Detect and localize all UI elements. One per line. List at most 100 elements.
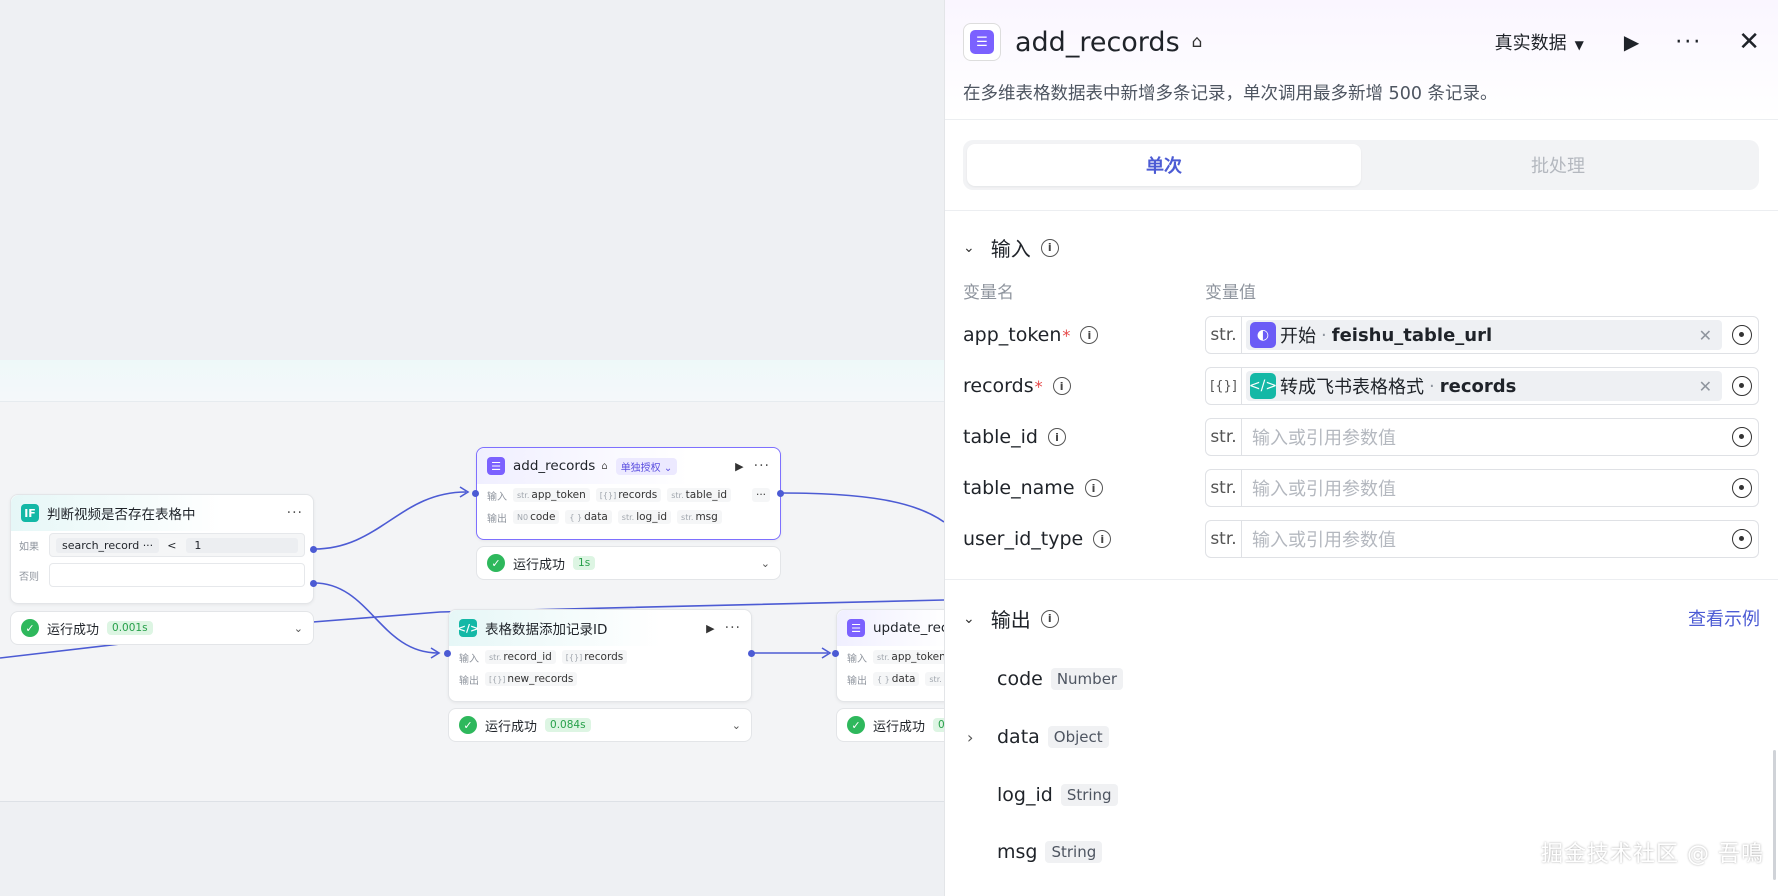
close-icon[interactable]: ✕ bbox=[1738, 27, 1760, 57]
clear-icon[interactable]: ✕ bbox=[1699, 377, 1712, 396]
info-icon[interactable]: i bbox=[1084, 479, 1103, 497]
info-icon[interactable]: i bbox=[1040, 609, 1059, 628]
update-node-title: update_rec bbox=[873, 620, 944, 636]
input-label: 输入 bbox=[459, 653, 479, 665]
more-icon[interactable]: ··· bbox=[1675, 30, 1702, 55]
add-status[interactable]: ✓ 运行成功 1s ⌄ bbox=[476, 546, 781, 580]
reference-target-icon[interactable] bbox=[1726, 470, 1758, 506]
param-reference[interactable]: ◐ 开始 · feishu_table_url ✕ bbox=[1246, 320, 1722, 350]
code-status[interactable]: ✓ 运行成功 0.084s ⌄ bbox=[448, 708, 752, 742]
param-value-box[interactable]: str. 输入或引用参数值 bbox=[1205, 520, 1759, 558]
if-out-port[interactable] bbox=[310, 546, 317, 553]
chevron-right-icon[interactable]: › bbox=[967, 728, 973, 747]
output-row-msg: msg String bbox=[997, 837, 1103, 867]
chevron-down-icon[interactable]: ⌄ bbox=[294, 622, 303, 635]
param-reference[interactable]: </> 转成飞书表格格式 · records ✕ bbox=[1246, 371, 1722, 401]
info-icon[interactable]: i bbox=[1052, 377, 1071, 395]
update-status-time: 0. bbox=[933, 718, 944, 732]
add-records-node[interactable]: ☰ add_records ⌂ 单独授权 ⌄ ▶ ··· 输入 str. app_… bbox=[476, 447, 781, 540]
chevron-down-icon[interactable]: ⌄ bbox=[732, 719, 741, 732]
panel-actions: 真实数据 ▼ ▶ ··· ✕ bbox=[1495, 27, 1760, 57]
input-section-header[interactable]: ⌄ 输入 i bbox=[963, 233, 1059, 262]
output-section-header[interactable]: ⌄ 输出 i bbox=[963, 604, 1059, 633]
code-in-port[interactable] bbox=[444, 650, 451, 657]
else-label: 否则 bbox=[19, 571, 39, 583]
tag-name: data bbox=[891, 673, 916, 685]
output-name: data bbox=[997, 726, 1040, 748]
run-icon[interactable]: ▶ bbox=[706, 622, 714, 635]
ref-variable: records bbox=[1439, 375, 1517, 397]
panel-header: ☰ add_records ⌂ 真实数据 ▼ ▶ ··· ✕ 在多维表格数据表中新… bbox=[945, 0, 1778, 120]
add-out-port[interactable] bbox=[777, 490, 784, 497]
store-icon[interactable]: ⌂ bbox=[1192, 32, 1203, 52]
if-status[interactable]: ✓ 运行成功 0.001s ⌄ bbox=[10, 611, 314, 645]
code-node-more-icon[interactable]: ··· bbox=[725, 620, 741, 636]
success-check-icon: ✓ bbox=[459, 716, 477, 734]
input-tag: str. table_id bbox=[667, 488, 732, 502]
tag-name: table_id bbox=[685, 489, 728, 501]
if-status-time: 0.001s bbox=[107, 621, 153, 635]
add-node-more-icon[interactable]: ··· bbox=[754, 458, 770, 474]
add-in-port[interactable] bbox=[472, 490, 479, 497]
auth-badge[interactable]: 单独授权 ⌄ bbox=[615, 457, 678, 475]
type-tag: str. bbox=[489, 652, 502, 662]
info-icon[interactable]: i bbox=[1093, 530, 1112, 548]
more-inputs[interactable]: ··· bbox=[751, 488, 770, 502]
info-icon[interactable]: i bbox=[1047, 428, 1066, 446]
else-box[interactable] bbox=[49, 563, 305, 587]
tab-batch[interactable]: 批处理 bbox=[1361, 144, 1755, 186]
add-node-title: add_records bbox=[513, 458, 596, 474]
param-value-box[interactable]: str. 输入或引用参数值 bbox=[1205, 469, 1759, 507]
code-node-outputs: 输出 [{}] new_records bbox=[449, 668, 751, 690]
run-icon[interactable]: ▶ bbox=[735, 460, 743, 473]
param-value-box[interactable]: str. ◐ 开始 · feishu_table_url ✕ bbox=[1205, 316, 1759, 354]
if-status-text: 运行成功 bbox=[47, 622, 100, 638]
workflow-canvas[interactable]: IF 判断视频是否存在表格中 ··· 如果 search_record ··· … bbox=[0, 0, 944, 896]
reference-target-icon[interactable] bbox=[1726, 521, 1758, 557]
update-node[interactable]: ☰ update_rec 输入 str. app_token 输出 { } data… bbox=[836, 609, 944, 702]
chevron-down-icon: ⌄ bbox=[963, 610, 975, 627]
update-status[interactable]: ✓ 运行成功 0. bbox=[836, 708, 944, 742]
info-icon[interactable]: i bbox=[1040, 238, 1059, 257]
target-icon bbox=[1732, 427, 1752, 447]
play-icon[interactable]: ▶ bbox=[1624, 30, 1639, 54]
code-out-port[interactable] bbox=[748, 650, 755, 657]
param-input[interactable]: 输入或引用参数值 bbox=[1242, 424, 1726, 450]
update-in-port[interactable] bbox=[832, 650, 839, 657]
if-node[interactable]: IF 判断视频是否存在表格中 ··· 如果 search_record ··· … bbox=[10, 494, 314, 604]
clear-icon[interactable]: ✕ bbox=[1699, 326, 1712, 345]
param-input[interactable]: 输入或引用参数值 bbox=[1242, 475, 1726, 501]
code-node-inputs: 输入 str. record_id [{}] records bbox=[449, 646, 751, 668]
tab-single[interactable]: 单次 bbox=[967, 144, 1361, 186]
edge-if-to-add bbox=[313, 491, 467, 550]
add-node-outputs: 输出 N0 code { } data str. log_id str. msg bbox=[477, 506, 780, 528]
divider bbox=[945, 210, 1778, 211]
if-node-more-icon[interactable]: ··· bbox=[287, 505, 303, 521]
chevron-down-icon[interactable]: ⌄ bbox=[761, 557, 770, 570]
code-node-header: </> 表格数据添加记录ID ▶ ··· bbox=[449, 610, 751, 646]
output-label: 输出 bbox=[847, 675, 867, 687]
param-value-box[interactable]: [{}] </> 转成飞书表格格式 · records ✕ bbox=[1205, 367, 1759, 405]
else-out-port[interactable] bbox=[310, 580, 317, 587]
required-mark: * bbox=[1034, 376, 1043, 396]
output-tag: { } data bbox=[873, 672, 920, 686]
ref-source: 开始 bbox=[1280, 326, 1316, 347]
code-node[interactable]: </> 表格数据添加记录ID ▶ ··· 输入 str. record_id [{… bbox=[448, 609, 752, 702]
view-example-link[interactable]: 查看示例 bbox=[1688, 605, 1760, 631]
type-tag: str. bbox=[671, 490, 684, 500]
add-status-text: 运行成功 bbox=[513, 557, 566, 573]
info-icon[interactable]: i bbox=[1080, 326, 1099, 344]
data-mode-select[interactable]: 真实数据 ▼ bbox=[1495, 29, 1584, 55]
if-condition[interactable]: search_record ··· < 1 bbox=[49, 533, 305, 557]
param-value-box[interactable]: str. 输入或引用参数值 bbox=[1205, 418, 1759, 456]
if-condition-row: 如果 search_record ··· < 1 bbox=[19, 533, 305, 557]
update-node-header: ☰ update_rec bbox=[837, 610, 944, 646]
store-icon: ⌂ bbox=[601, 460, 608, 472]
reference-target-icon[interactable] bbox=[1726, 317, 1758, 353]
output-row-data[interactable]: › data Object bbox=[967, 722, 1109, 752]
panel-scrollbar[interactable] bbox=[1773, 750, 1776, 880]
param-input[interactable]: 输入或引用参数值 bbox=[1242, 526, 1726, 552]
reference-target-icon[interactable] bbox=[1726, 419, 1758, 455]
tag-name: new_records bbox=[507, 673, 574, 685]
reference-target-icon[interactable] bbox=[1726, 368, 1758, 404]
